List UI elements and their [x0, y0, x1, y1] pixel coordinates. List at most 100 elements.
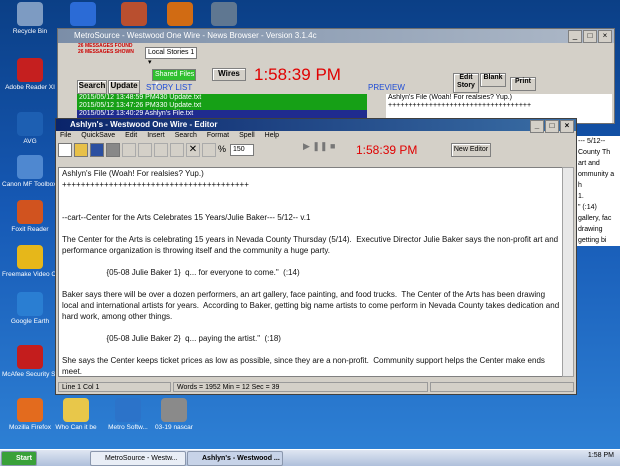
close-button[interactable]: × — [598, 30, 612, 43]
editor-toolbar: ✕ % 150 — [58, 142, 254, 158]
document-paragraph: {05-08 Julie Baker 1} q... for everyone … — [62, 268, 300, 277]
editor-document[interactable]: Ashlyn's File (Woah! For realsies? Yup.)… — [58, 167, 564, 377]
desktop-icon[interactable]: Recycle Bin — [2, 2, 58, 36]
story-row-1[interactable]: 2015/05/12 13:48:59 PM430 Update.txt — [77, 94, 367, 102]
desktop-icon[interactable]: 03-19 nascar — [146, 398, 202, 432]
taskbar-metrosource[interactable]: MetroSource - Westw... — [90, 451, 186, 466]
editor-title: Ashlyn's - Westwood One Wire - Editor — [70, 120, 218, 129]
document-paragraph — [59, 256, 563, 267]
menu-item[interactable]: Format — [207, 131, 229, 141]
desktop-app-icon — [115, 398, 141, 422]
desktop-app-icon — [121, 2, 147, 26]
word-count: Words = 1952 Min = 12 Sec = 39 — [173, 382, 428, 392]
menu-item[interactable]: Edit — [125, 131, 137, 141]
preview-rule: +++++++++++++++++++++++++++++++++++ — [388, 102, 532, 109]
desktop-app-icon — [17, 155, 43, 179]
print-button[interactable]: Print — [510, 77, 536, 91]
story-row-2[interactable]: 2015/05/12 13:47:26 PM330 Update.txt — [77, 102, 367, 110]
desktop-icon[interactable]: McAfee Security Sc... — [2, 345, 58, 379]
menu-item[interactable]: QuickSave — [81, 131, 115, 141]
document-paragraph: Ashlyn's File (Woah! For realsies? Yup.) — [62, 169, 204, 178]
editor-title-bar[interactable]: Ashlyn's - Westwood One Wire - Editor _ … — [56, 119, 576, 133]
window-title: MetroSource - Westwood One Wire - News B… — [74, 31, 317, 40]
desktop-app-icon — [17, 2, 43, 26]
desktop-app-icon — [161, 398, 187, 422]
editor-close-button[interactable]: × — [560, 120, 574, 133]
undo-icon[interactable] — [122, 143, 136, 157]
taskbar: Start MetroSource - Westw... Ashlyn's - … — [0, 449, 620, 466]
desktop-app-icon — [17, 58, 43, 82]
menu-item[interactable]: Search — [175, 131, 197, 141]
new-file-icon[interactable] — [58, 143, 72, 157]
preview-snippet: --- 5/12-- — [578, 138, 606, 145]
document-paragraph: The Center for the Arts is celebrating 1… — [62, 235, 561, 255]
taskbar-editor[interactable]: Ashlyn's - Westwood ... — [187, 451, 283, 466]
shared-files-select[interactable]: Shared Files ▾ — [152, 69, 196, 88]
document-paragraph: --cart--Center for the Arts Celebrates 1… — [62, 213, 311, 222]
close-doc-icon[interactable]: ✕ — [186, 143, 200, 157]
menu-item[interactable]: Insert — [147, 131, 165, 141]
preview-label: PREVIEW — [368, 83, 405, 92]
paste-icon[interactable] — [170, 143, 184, 157]
preview-snippet: 1. — [578, 193, 584, 200]
desktop-icon-label: AVG — [23, 138, 37, 145]
editor-window: Ashlyn's - Westwood One Wire - Editor _ … — [55, 118, 577, 395]
preview-snippet: getting bi — [578, 237, 607, 244]
desktop-icon[interactable]: Freemake Video C... — [2, 245, 58, 279]
preview-snippet: gallery, fac — [578, 215, 612, 222]
editor-minimize-button[interactable]: _ — [530, 120, 544, 133]
print-icon[interactable] — [106, 143, 120, 157]
document-paragraph: {05-08 Julie Baker 2} q... paying the ar… — [62, 334, 281, 343]
document-paragraph — [59, 201, 563, 212]
wires-button[interactable]: Wires — [212, 68, 246, 81]
update-button[interactable]: Update — [108, 80, 140, 94]
search-button[interactable]: Search — [77, 80, 107, 94]
document-paragraph: ++++++++++++++++++++++++++++++++++++++++ — [62, 180, 249, 189]
cut-icon[interactable] — [138, 143, 152, 157]
desktop-icon-label: Who Can it be — [55, 424, 97, 431]
preview-snippet: " (:14) — [578, 204, 597, 211]
editor-status-bar: Line 1 Col 1 Words = 1952 Min = 12 Sec =… — [58, 382, 574, 392]
editor-maximize-button[interactable]: □ — [545, 120, 559, 133]
desktop-app-icon — [17, 112, 43, 136]
open-folder-icon[interactable] — [74, 143, 88, 157]
copy-icon[interactable] — [154, 143, 168, 157]
preview-snippet: drawing — [578, 226, 603, 233]
desktop-icon[interactable]: Canon MF Toolbox 4.9 — [2, 155, 58, 189]
desktop-icon-label: Google Earth — [10, 318, 50, 325]
editor-scrollbar[interactable] — [562, 167, 574, 377]
document-paragraph: Baker says there will be over a dozen pe… — [62, 290, 562, 321]
start-button[interactable]: Start — [1, 451, 37, 466]
desktop-icon[interactable]: Google Earth — [2, 292, 58, 326]
document-paragraph — [59, 223, 563, 234]
zoom-select[interactable]: 150 — [230, 144, 254, 156]
preview-snippet: County Th — [578, 149, 611, 156]
desktop-icon[interactable]: Who Can it be — [48, 398, 104, 432]
menu-item[interactable]: Help — [265, 131, 279, 141]
metrosource-title-bar[interactable]: MetroSource - Westwood One Wire - News B… — [58, 29, 614, 43]
minimize-button[interactable]: _ — [568, 30, 582, 43]
edit-story-button[interactable]: Edit Story — [453, 73, 479, 93]
desktop-app-icon — [17, 345, 43, 369]
desktop-app-icon — [211, 2, 237, 26]
clear-icon[interactable] — [202, 143, 216, 157]
desktop-icon-label: McAfee Security Sc... — [2, 371, 58, 378]
desktop-icon-label: Freemake Video C... — [2, 271, 58, 278]
preview-snippet: art and — [578, 160, 600, 167]
preview-title: Ashlyn's File (Woah! For realsies? Yup.) — [388, 94, 513, 101]
blank-button[interactable]: Blank — [480, 73, 506, 87]
new-editor-button[interactable]: New Editor — [451, 143, 491, 157]
playback-controls[interactable]: ▶ ❚❚ ■ — [303, 141, 335, 152]
menu-item[interactable]: Spell — [239, 131, 255, 141]
story-row-3[interactable]: 2015/05/12 13:40:29 Ashlyn's File.txt — [77, 110, 367, 118]
menu-item[interactable]: File — [60, 131, 71, 141]
desktop-icon[interactable]: AVG — [2, 112, 58, 146]
maximize-button[interactable]: □ — [583, 30, 597, 43]
document-paragraph — [59, 344, 563, 355]
document-paragraph — [59, 278, 563, 289]
document-paragraph: She says the Center keeps ticket prices … — [62, 356, 548, 376]
cursor-position: Line 1 Col 1 — [58, 382, 171, 392]
local-stories-select[interactable]: Local Stories 1 ▾ — [145, 47, 197, 66]
save-icon[interactable] — [90, 143, 104, 157]
preview-snippet: ommunity a h — [578, 171, 615, 189]
